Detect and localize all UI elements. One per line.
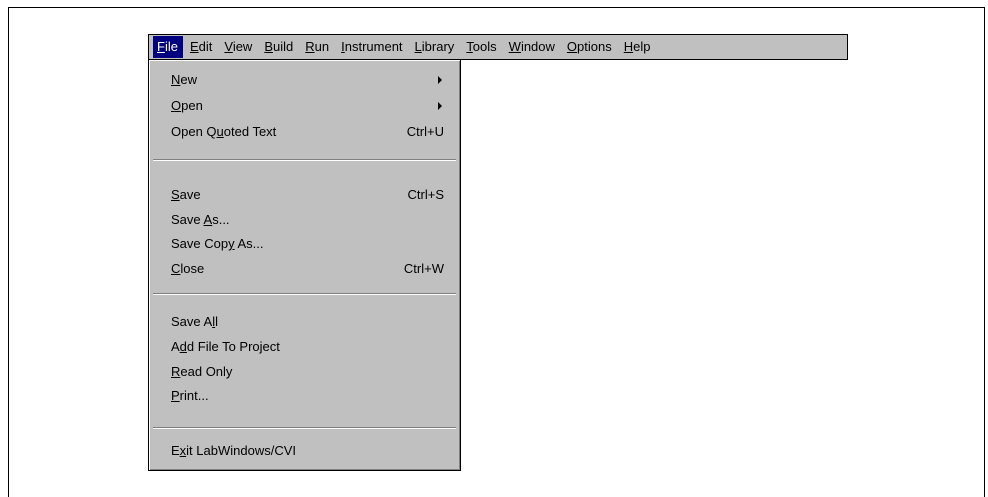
menu-instrument[interactable]: Instrument — [337, 36, 407, 58]
menu-file[interactable]: File — [153, 36, 183, 58]
menu-bar: File Edit View Build Run Instrument Libr… — [148, 34, 848, 60]
menu-item-save-all[interactable]: Save All — [171, 311, 444, 333]
menu-item-exit[interactable]: Exit LabWindows/CVI — [171, 440, 444, 462]
menu-options[interactable]: Options — [563, 36, 617, 58]
menu-edit[interactable]: Edit — [186, 36, 217, 58]
menu-library[interactable]: Library — [411, 36, 460, 58]
menu-item-save-copy-as[interactable]: Save Copy As... — [171, 233, 444, 255]
file-menu-dropdown: New Open Open Quoted Text Ctrl+U Save Ctrl… — [148, 59, 461, 471]
menu-separator — [153, 427, 456, 429]
menu-item-new[interactable]: New — [171, 69, 444, 91]
menu-item-add-file-to-project[interactable]: Add File To Project — [171, 336, 444, 358]
menu-item-open[interactable]: Open — [171, 95, 444, 117]
submenu-arrow-icon — [438, 76, 442, 84]
menu-tools[interactable]: Tools — [462, 36, 501, 58]
submenu-arrow-icon — [438, 102, 442, 110]
menu-separator — [153, 159, 456, 161]
menu-view[interactable]: View — [220, 36, 257, 58]
menu-build[interactable]: Build — [260, 36, 298, 58]
shortcut-label: Ctrl+S — [407, 187, 444, 202]
menu-item-print[interactable]: Print... — [171, 385, 444, 407]
menu-item-read-only[interactable]: Read Only — [171, 361, 444, 383]
menu-item-save[interactable]: Save Ctrl+S — [171, 184, 444, 206]
menu-separator — [153, 293, 456, 295]
menu-item-close[interactable]: Close Ctrl+W — [171, 258, 444, 280]
menu-window[interactable]: Window — [505, 36, 560, 58]
menu-item-save-as[interactable]: Save As... — [171, 209, 444, 231]
menu-run[interactable]: Run — [301, 36, 334, 58]
shortcut-label: Ctrl+U — [406, 124, 444, 139]
menu-item-open-quoted-text[interactable]: Open Quoted Text Ctrl+U — [171, 121, 444, 143]
menu-help[interactable]: Help — [620, 36, 656, 58]
shortcut-label: Ctrl+W — [403, 261, 444, 276]
